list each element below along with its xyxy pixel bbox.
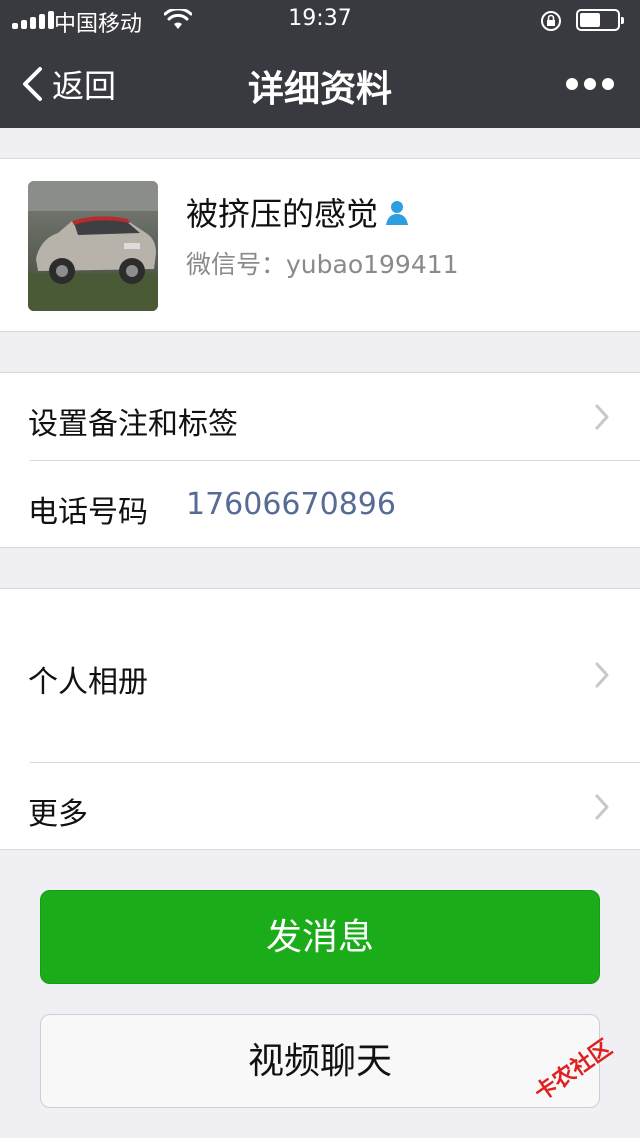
rotation-lock-icon [541,11,561,31]
avatar[interactable] [28,181,158,311]
top-bar: 中国移动 19:37 返回 详细资料 [0,0,640,128]
profile-name: 被挤压的感觉 [186,195,379,233]
more-row[interactable]: 更多 [0,763,640,850]
chevron-right-icon [595,662,609,688]
ellipsis-icon[interactable] [566,74,616,94]
more-label: 更多 [28,797,88,832]
extras-group: 个人相册 更多 [0,588,640,850]
status-bar: 中国移动 19:37 [0,0,640,40]
profile-name-row: 被挤压的感觉 [186,189,412,235]
album-row[interactable]: 个人相册 [0,589,640,761]
car-photo-icon [28,181,158,311]
phone-label: 电话号码 [28,495,148,530]
wechat-id: 微信号：yubao199411 [186,250,459,279]
send-message-button[interactable]: 发消息 [40,890,600,984]
page-title: 详细资料 [247,69,392,110]
album-label: 个人相册 [28,665,148,700]
phone-number-link[interactable]: 17606670896 [186,487,396,522]
chevron-right-icon [595,794,609,820]
profile-card: 被挤压的感觉 微信号：yubao199411 [0,158,640,332]
remark-tags-label: 设置备注和标签 [28,407,238,442]
contact-person-icon [386,201,409,225]
chevron-right-icon [595,404,609,430]
phone-row: 电话号码 17606670896 [0,461,640,548]
battery-icon [576,9,624,31]
info-group: 设置备注和标签 电话号码 17606670896 [0,372,640,548]
navigation-bar: 返回 详细资料 [0,40,640,128]
remark-tags-row[interactable]: 设置备注和标签 [0,373,640,460]
video-chat-button[interactable]: 视频聊天 [40,1014,600,1108]
